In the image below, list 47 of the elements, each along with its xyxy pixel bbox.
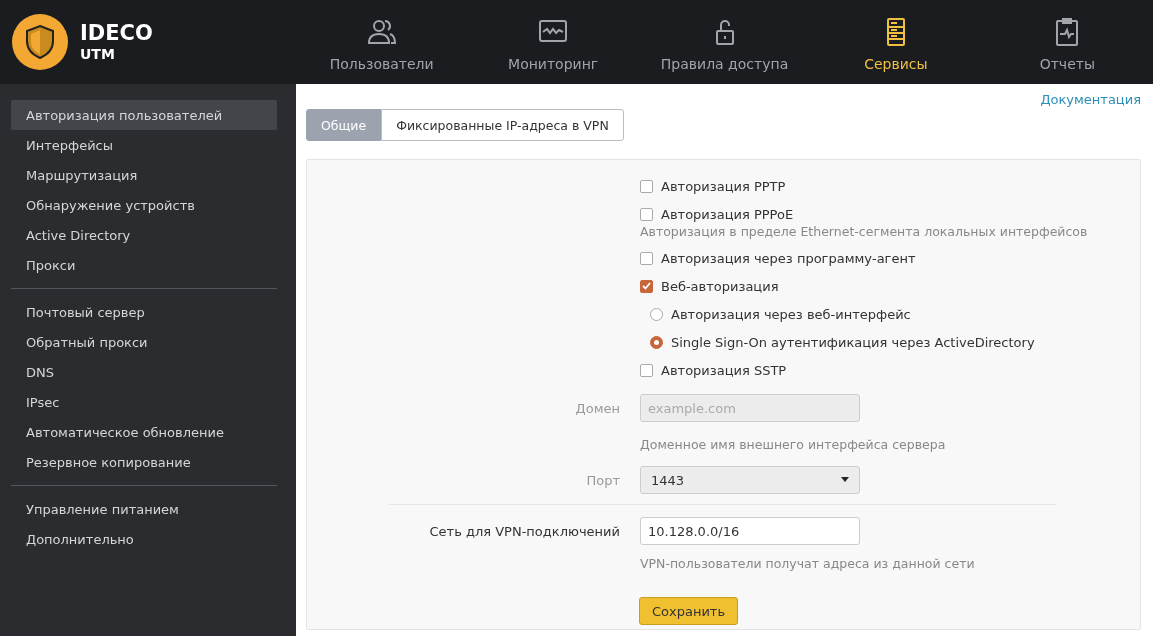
sidebar-item[interactable]: Управление питанием: [11, 494, 277, 524]
checkbox[interactable]: [640, 179, 653, 193]
checkbox-label: Авторизация PPTP: [661, 178, 786, 194]
sidebar-item[interactable]: Маршрутизация: [11, 160, 277, 190]
nav-tab[interactable]: Мониторинг: [467, 12, 639, 72]
checkbox[interactable]: [640, 363, 653, 377]
checkbox-label: Авторизация через программу-агент: [661, 250, 916, 266]
nav-tab[interactable]: Сервисы: [810, 12, 982, 72]
sidebar-item[interactable]: DNS: [11, 357, 277, 387]
sidebar-item[interactable]: Дополнительно: [11, 524, 277, 554]
checkbox-label: Авторизация PPPoE: [661, 206, 794, 222]
logo-title: IDECO: [80, 21, 153, 45]
nav-tab[interactable]: Правила доступа: [638, 12, 811, 72]
checkbox[interactable]: [640, 279, 653, 293]
sidebar-item[interactable]: Почтовый сервер: [11, 297, 277, 327]
radio-button[interactable]: [650, 307, 663, 321]
checkbox-label: Авторизация SSTP: [661, 362, 787, 378]
radio-label: Авторизация через веб-интерфейс: [671, 306, 911, 322]
checkbox[interactable]: [640, 251, 653, 265]
vpn-network-field[interactable]: 10.128.0.0/16: [640, 517, 860, 545]
sidebar-item[interactable]: Обнаружение устройств: [11, 190, 277, 220]
sidebar-item[interactable]: Автоматическое обновление: [11, 417, 277, 447]
hint-text: VPN-пользователи получат адреса из данной сети: [640, 555, 975, 571]
sidebar-item[interactable]: Авторизация пользователей: [11, 100, 277, 130]
radio-label: Single Sign-On аутентификация через ActiveDirectory: [671, 334, 1035, 350]
shield-logo-icon: [12, 14, 68, 70]
sidebar-item[interactable]: Обратный прокси: [11, 327, 277, 357]
field-label: Порт: [586, 472, 620, 488]
logo-subtitle: UTM: [80, 45, 116, 63]
nav-tab[interactable]: Пользователи: [296, 12, 468, 72]
checkbox[interactable]: [640, 207, 653, 221]
hint-text: Доменное имя внешнего интерфейса сервера: [640, 436, 946, 452]
checkbox-label: Веб-авторизация: [661, 278, 779, 294]
tab[interactable]: Фиксированные IP-адреса в VPN: [381, 109, 624, 141]
documentation-link[interactable]: Документация: [1040, 92, 1141, 108]
save-button[interactable]: Сохранить: [638, 597, 739, 625]
hint-text: Авторизация в пределе Ethernet-сегмента локальных интерфейсов: [640, 223, 1088, 239]
field-label: Сеть для VPN-подключений: [429, 523, 620, 539]
nav-tab[interactable]: Отчеты: [981, 12, 1153, 72]
caret-icon: [841, 477, 849, 483]
sidebar-item[interactable]: Прокси: [11, 250, 277, 280]
sidebar-item[interactable]: Резервное копирование: [11, 447, 277, 477]
sidebar-item[interactable]: Active Directory: [11, 220, 277, 250]
radio-button[interactable]: [650, 335, 663, 349]
field-label: Домен: [575, 400, 620, 416]
sidebar-item[interactable]: IPsec: [11, 387, 277, 417]
sidebar-item[interactable]: Интерфейсы: [11, 130, 277, 160]
